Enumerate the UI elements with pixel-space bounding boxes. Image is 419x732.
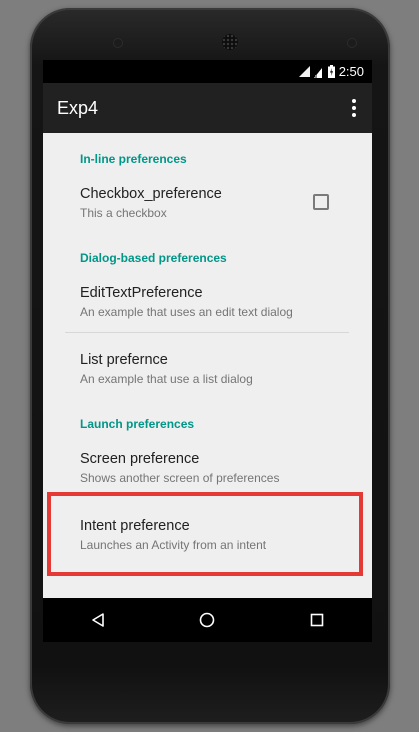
screen-preference[interactable]: Screen preference Shows another screen o… [80, 450, 360, 486]
sensor [348, 39, 356, 47]
category-launch: Launch preferences [80, 417, 195, 431]
speaker-grille [222, 34, 238, 50]
status-time: 2:50 [338, 64, 364, 79]
edittext-preference-summary: An example that uses an edit text dialog [80, 305, 293, 319]
wifi-icon [298, 66, 310, 77]
highlight-box [47, 492, 363, 576]
app-title: Exp4 [57, 97, 99, 118]
app-bar: Exp4 [43, 83, 372, 133]
back-button[interactable] [78, 605, 118, 635]
list-preference[interactable]: List prefernce An example that use a lis… [80, 351, 360, 387]
home-icon [200, 612, 215, 628]
recents-icon [310, 613, 324, 627]
screen-preference-summary: Shows another screen of preferences [80, 471, 280, 485]
category-dialog: Dialog-based preferences [80, 251, 227, 265]
battery-icon [327, 65, 335, 78]
recents-button[interactable] [297, 605, 337, 635]
front-camera [114, 39, 122, 47]
navigation-bar [43, 598, 372, 642]
signal-icon [313, 67, 322, 78]
home-button[interactable] [187, 605, 227, 635]
back-icon [92, 613, 104, 627]
screen-preference-title: Screen preference [80, 451, 200, 467]
edittext-preference-title: EditTextPreference [80, 285, 203, 301]
divider [65, 332, 349, 333]
edittext-preference[interactable]: EditTextPreference An example that uses … [80, 284, 360, 320]
category-inline: In-line preferences [80, 152, 187, 166]
list-preference-summary: An example that use a list dialog [80, 372, 253, 386]
checkbox[interactable] [313, 194, 329, 210]
status-bar: 2:50 [43, 60, 372, 83]
overflow-menu-icon[interactable] [348, 95, 360, 121]
list-preference-title: List prefernce [80, 352, 168, 368]
